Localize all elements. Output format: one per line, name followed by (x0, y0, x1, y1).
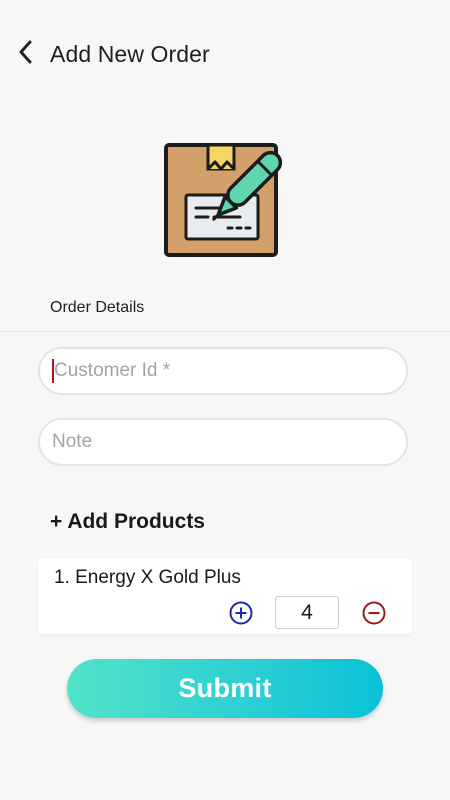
page-title: Add New Order (50, 41, 210, 67)
plus-circle-icon[interactable] (229, 601, 253, 625)
quantity-value[interactable]: 4 (275, 596, 339, 629)
product-name: 1. Energy X Gold Plus (54, 567, 241, 588)
order-details-label: Order Details (50, 299, 145, 316)
customer-id-field[interactable] (38, 347, 408, 395)
product-item: 1. Energy X Gold Plus 4 (38, 559, 412, 634)
note-input[interactable] (52, 431, 406, 453)
back-button[interactable] (10, 36, 42, 68)
app-header: Add New Order (0, 28, 450, 82)
box-with-pen-icon (160, 133, 290, 261)
add-products-button[interactable]: + Add Products (50, 510, 205, 534)
note-field[interactable] (38, 418, 408, 466)
submit-button[interactable]: Submit (67, 659, 383, 718)
section-divider (0, 331, 450, 332)
chevron-left-icon (19, 40, 32, 64)
add-order-screen: Add New Order Order Details Customer Id … (0, 0, 450, 800)
minus-circle-icon[interactable] (362, 601, 386, 625)
customer-id-input[interactable] (54, 360, 406, 382)
